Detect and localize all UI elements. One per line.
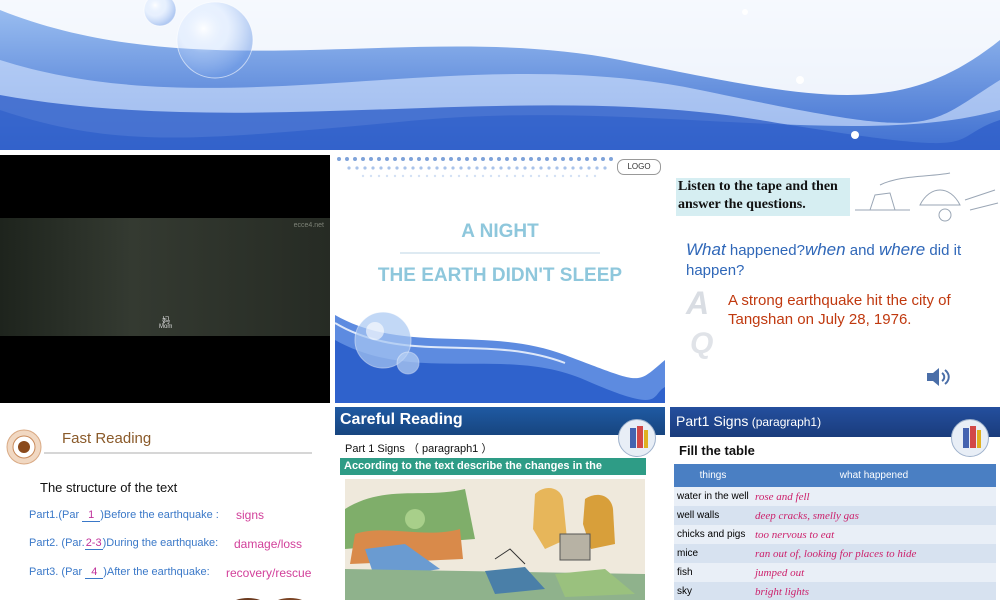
top-banner <box>0 0 1000 150</box>
speaker-icon[interactable] <box>925 365 953 389</box>
table-cell-thing: water in the well <box>674 487 752 506</box>
signs-title-paragraph: (paragraph1) <box>748 415 822 429</box>
table-header-happened: what happened <box>752 464 996 487</box>
careful-reading-slide[interactable]: Careful Reading Part 1 Signs （ paragraph… <box>335 407 665 600</box>
table-cell-happened: too nervous to eat <box>752 525 996 544</box>
table-header-row: things what happened <box>674 464 996 487</box>
part-suffix: )Before the earthquake : <box>100 509 219 521</box>
table-cell-happened: jumped out <box>752 563 996 582</box>
fast-reading-slide[interactable]: Fast Reading The structure of the text P… <box>0 407 330 600</box>
table-header-things: things <box>674 464 752 487</box>
part-num: 4 <box>85 566 104 579</box>
video-subtitle-en: Mom <box>159 324 173 330</box>
part-row-2: Part2. (Par.2-3)During the earthquake: <box>29 537 218 550</box>
book-icon <box>618 419 656 457</box>
table-row: mice ran out of, looking for places to hi… <box>674 544 996 563</box>
q-when: when <box>804 240 846 259</box>
table-cell-happened: deep cracks, smelly gas <box>752 506 996 525</box>
sketch-decor <box>855 172 999 222</box>
signs-title-main: Part1 Signs <box>676 413 749 429</box>
book-icon <box>951 419 989 457</box>
part-row-3: Part3. (Par 4)After the earthquake: <box>29 566 210 579</box>
part-subtitle: Part 1 Signs （ paragraph1 ） <box>345 443 493 455</box>
table-cell-thing: chicks and pigs <box>674 525 752 544</box>
table-cell-thing: mice <box>674 544 752 563</box>
part-answer-2: damage/loss <box>234 537 303 551</box>
answer-text: A strong earthquake hit the city of Tang… <box>728 292 951 328</box>
table-row: water in the well rose and fell <box>674 487 996 506</box>
table-row: chicks and pigs too nervous to eat <box>674 525 996 544</box>
part-prefix: Part2. (Par. <box>29 537 85 549</box>
table-row: well walls deep cracks, smelly gas <box>674 506 996 525</box>
signs-title: Part1 Signs (paragraph1) <box>676 413 821 429</box>
title-line-2: THE EARTH DIDN'T SLEEP <box>377 265 623 286</box>
table-row: sky bright lights <box>674 582 996 600</box>
table-cell-thing: sky <box>674 582 752 600</box>
cup-icon <box>6 429 42 465</box>
title-underline <box>44 452 312 454</box>
fast-reading-title: Fast Reading <box>62 430 152 447</box>
earthquake-pictures <box>345 479 645 600</box>
signs-table: things what happened water in the well ro… <box>674 464 996 600</box>
part-num: 2-3 <box>84 537 103 550</box>
part-answer-1: signs <box>236 508 265 522</box>
question-text: What happened?when and where did it happ… <box>686 240 996 281</box>
table-cell-thing: well walls <box>674 506 752 525</box>
listening-slide[interactable]: Listen to the tape and then answer the q… <box>670 155 1000 403</box>
part-prefix: Part1.(Par <box>29 509 80 521</box>
table-cell-happened: rose and fell <box>752 487 996 506</box>
part-prefix: Part3. (Par <box>29 566 83 578</box>
wave-background <box>0 0 1000 150</box>
structure-heading: The structure of the text <box>40 480 178 495</box>
question-letter-icon: Q <box>690 327 714 360</box>
part-suffix: )After the earthquake: <box>103 566 210 578</box>
answer-letter-icon: A <box>686 285 710 321</box>
instruction-bar: According to the text describe the chang… <box>340 458 646 489</box>
coffee-beans-image <box>228 591 318 600</box>
video-watermark: ecce4.net <box>293 222 324 229</box>
q-what: What <box>686 240 726 259</box>
table-cell-thing: fish <box>674 563 752 582</box>
video-slide[interactable]: ecce4.net 妈 Mom <box>0 155 330 403</box>
q-and: and <box>845 242 879 259</box>
q-where: where <box>878 240 926 259</box>
part-num: 1 <box>82 509 101 522</box>
part-answer-3: recovery/rescue <box>226 566 312 580</box>
title-line-1: A NIGHT <box>461 221 539 242</box>
signs-table-slide[interactable]: Part1 Signs (paragraph1) Fill the table … <box>670 407 1000 600</box>
title-slide[interactable]: LOGO A NIGHT THE EARTH DIDN'T SLEEP <box>335 155 665 403</box>
part-suffix: )During the earthquake: <box>102 537 219 549</box>
table-cell-happened: ran out of, looking for places to hide <box>752 544 996 563</box>
instruction-box: Listen to the tape and then answer the q… <box>676 178 850 216</box>
fill-table-heading: Fill the table <box>679 443 755 458</box>
careful-reading-title: Careful Reading <box>340 411 463 428</box>
table-row: fish jumped out <box>674 563 996 582</box>
part-row-1: Part1.(Par 1)Before the earthquake : <box>29 509 219 522</box>
q-happened: happened? <box>725 242 805 259</box>
logo-badge: LOGO <box>617 159 661 175</box>
table-cell-happened: bright lights <box>752 582 996 600</box>
